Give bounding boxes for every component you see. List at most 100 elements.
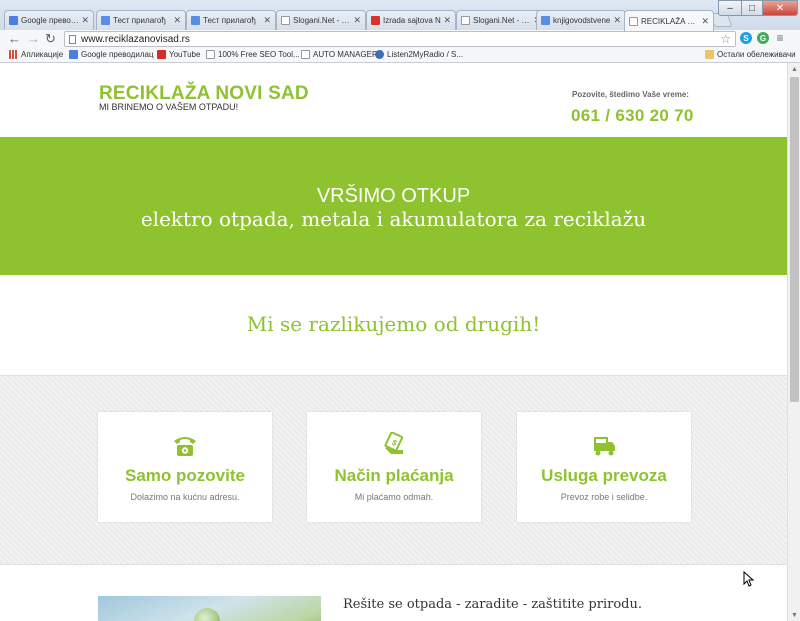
bookmarks-bar: Апликације Google преводилац YouTube 100… (0, 48, 800, 63)
phone-icon (174, 437, 196, 456)
tab-1[interactable]: Google преводи ✕ (4, 10, 94, 30)
page-icon (206, 50, 215, 59)
close-window-button[interactable]: ✕ (762, 0, 798, 16)
bookmark-label: AUTO MANAGER (313, 50, 378, 59)
tab-close-icon[interactable]: ✕ (443, 15, 451, 26)
tab-2[interactable]: Тест прилагођ ✕ (96, 10, 186, 30)
google-favicon-icon (191, 16, 200, 25)
feature-card-payment[interactable]: $ Način plaćanja Mi plaćamo odmah. (307, 412, 481, 522)
tab-5[interactable]: Izrada sajtova N ✕ (366, 10, 456, 30)
scroll-up-icon[interactable]: ▲ (788, 63, 800, 75)
feature-subtitle: Prevoz robe i selidbe. (560, 492, 648, 502)
site-header: RECIKLAŽA NOVI SAD MI BRINEMO O VAŠEM OT… (0, 63, 787, 137)
browser-toolbar: ← → ↻ www.reciklazanovisad.rs ☆ (0, 30, 800, 48)
bookmark-label: Апликације (21, 50, 64, 59)
feature-subtitle: Dolazimo na kućnu adresu. (130, 492, 240, 502)
tab-title: RECIKLAŽA NOV (641, 16, 700, 26)
tab-close-icon[interactable]: ✕ (81, 15, 89, 26)
bookmark-label: YouTube (169, 50, 201, 59)
truck-icon (594, 437, 615, 456)
tab-7[interactable]: knjigovodstvene ✕ (536, 10, 626, 30)
tab-active[interactable]: RECIKLAŽA NOV ✕ (624, 10, 714, 31)
bottom-section: Rešite se otpada - zaradite - zaštitite … (0, 565, 787, 621)
bookmark-label: Остали обележивачи (717, 50, 796, 59)
address-bar[interactable]: www.reciklazanovisad.rs ☆ (64, 31, 736, 47)
page-favicon-icon (461, 16, 470, 25)
bookmark-label: Listen2MyRadio / S... (387, 50, 464, 59)
globe-icon (194, 608, 220, 621)
youtube-icon (157, 50, 166, 59)
features-section: Samo pozovite Dolazimo na kućnu adresu. … (0, 375, 787, 565)
maximize-button[interactable]: □ (741, 0, 763, 16)
tab-close-icon[interactable]: ✕ (353, 15, 361, 26)
hero-title: VRŠIMO OTKUP (316, 185, 471, 207)
warning-favicon-icon (371, 16, 380, 25)
menu-icon[interactable]: ≡ (774, 31, 786, 45)
tab-close-icon[interactable]: ✕ (263, 15, 271, 26)
feature-card-transport[interactable]: Usluga prevoza Prevoz robe i selidbe. (517, 412, 691, 522)
mouse-cursor-icon (743, 571, 755, 587)
feature-card-call[interactable]: Samo pozovite Dolazimo na kućnu adresu. (98, 412, 272, 522)
feature-title: Način plaćanja (334, 466, 454, 485)
tab-close-icon[interactable]: ✕ (173, 15, 181, 26)
tab-6[interactable]: Slogani.Net - Da ✕ (456, 10, 546, 30)
bookmark-label: 100% Free SEO Tool... (218, 50, 300, 59)
tab-4[interactable]: Slogani.Net - Da ✕ (276, 10, 366, 30)
difference-section: Mi se razlikujemo od drugih! (0, 275, 787, 375)
tab-strip: Google преводи ✕ Тест прилагођ ✕ Тест пр… (0, 0, 800, 31)
tab-title: Izrada sajtova N (383, 16, 441, 25)
feature-title: Usluga prevoza (541, 466, 667, 485)
url-text: www.reciklazanovisad.rs (81, 33, 190, 45)
bookmark-google-translate[interactable]: Google преводилац (69, 50, 154, 59)
bookmark-star-icon[interactable]: ☆ (720, 32, 731, 46)
scroll-thumb[interactable] (790, 77, 799, 402)
payment-icon: $ (384, 432, 404, 454)
bookmark-label: Google преводилац (81, 50, 154, 59)
nature-image (98, 596, 321, 621)
google-translate-icon (69, 50, 78, 59)
back-button[interactable]: ← (8, 32, 21, 46)
tab-close-icon[interactable]: ✕ (701, 16, 709, 27)
page-viewport: RECIKLAŽA NOVI SAD MI BRINEMO O VAŠEM OT… (0, 63, 787, 621)
feature-title: Samo pozovite (125, 466, 245, 485)
bookmark-seo-tools[interactable]: 100% Free SEO Tool... (206, 50, 300, 59)
radio-icon (375, 50, 384, 59)
apps-grid-icon (9, 50, 18, 59)
bookmark-auto-manager[interactable]: AUTO MANAGER (301, 50, 378, 59)
skype-extension-icon[interactable]: S (740, 32, 752, 44)
other-bookmarks[interactable]: Остали обележивачи (705, 50, 796, 59)
page-scrollbar[interactable]: ▲ ▼ (787, 63, 800, 621)
tab-3[interactable]: Тест прилагођ ✕ (186, 10, 276, 30)
call-label: Pozovite, štedimo Vaše vreme: (572, 90, 689, 99)
forward-button[interactable]: → (27, 32, 40, 46)
bookmark-apps[interactable]: Апликације (9, 50, 63, 59)
reload-button[interactable]: ↻ (45, 32, 56, 46)
feature-subtitle: Mi plaćamo odmah. (354, 492, 434, 502)
hero-banner: VRŠIMO OTKUP elektro otpada, metala i ak… (0, 137, 787, 275)
bookmark-listen2myradio[interactable]: Listen2MyRadio / S... (375, 50, 463, 59)
page-icon (301, 50, 310, 59)
bottom-slogan: Rešite se otpada - zaradite - zaštitite … (343, 597, 642, 612)
hero-subtitle: elektro otpada, metala i akumulatora za … (140, 207, 647, 231)
page-favicon-icon (281, 16, 290, 25)
green-extension-icon[interactable]: G (757, 32, 769, 44)
bookmark-youtube[interactable]: YouTube (157, 50, 200, 59)
page-icon (69, 35, 76, 44)
tab-title: knjigovodstvene (553, 16, 611, 25)
scroll-down-icon[interactable]: ▼ (788, 609, 800, 621)
difference-title: Mi se razlikujemo od drugih! (246, 312, 541, 336)
tab-title: Тест прилагођ (203, 16, 256, 25)
site-tagline: MI BRINEMO O VAŠEM OTPADU! (99, 102, 239, 112)
tab-close-icon[interactable]: ✕ (613, 15, 621, 26)
google-favicon-icon (541, 16, 550, 25)
tab-title: Slogani.Net - Da (293, 16, 352, 25)
phone-number[interactable]: 061 / 630 20 70 (571, 106, 694, 126)
tab-title: Slogani.Net - Da (473, 16, 532, 25)
page-favicon-icon (629, 16, 638, 26)
tab-title: Google преводи (21, 16, 80, 25)
folder-icon (705, 50, 714, 59)
google-translate-favicon-icon (9, 16, 18, 25)
minimize-button[interactable]: – (718, 0, 742, 16)
tab-title: Тест прилагођ (113, 16, 166, 25)
google-favicon-icon (101, 16, 110, 25)
